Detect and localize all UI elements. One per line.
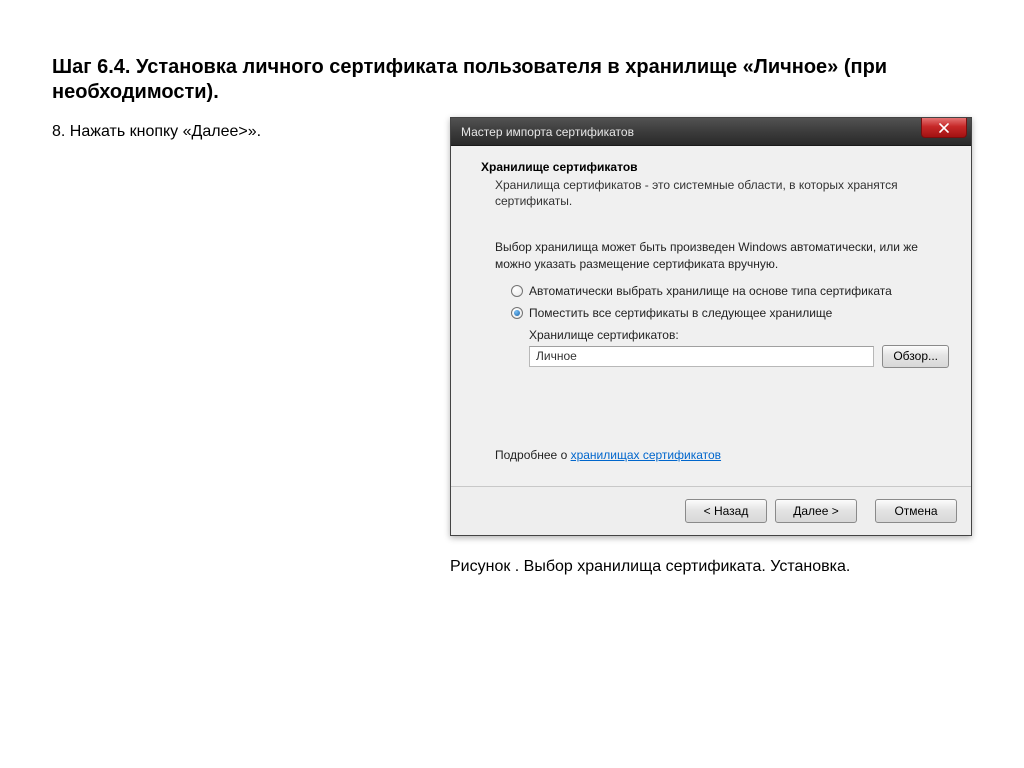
section-description: Хранилища сертификатов - это системные о… bbox=[495, 177, 925, 209]
figure-caption: Рисунок . Выбор хранилища сертификата. У… bbox=[450, 558, 972, 576]
store-label: Хранилище сертификатов: bbox=[529, 328, 949, 342]
back-button[interactable]: < Назад bbox=[685, 499, 767, 523]
page-heading: Шаг 6.4. Установка личного сертификата п… bbox=[52, 55, 972, 105]
learn-more-prefix: Подробнее о bbox=[495, 448, 571, 462]
next-button[interactable]: Далее > bbox=[775, 499, 857, 523]
window-title: Мастер импорта сертификатов bbox=[461, 125, 634, 139]
step-instruction: 8. Нажать кнопку «Далее>». bbox=[52, 117, 432, 141]
titlebar: Мастер импорта сертификатов bbox=[451, 118, 971, 146]
store-input[interactable]: Личное bbox=[529, 346, 874, 367]
radio-manual-label: Поместить все сертификаты в следующее хр… bbox=[529, 306, 832, 320]
radio-manual-row[interactable]: Поместить все сертификаты в следующее хр… bbox=[511, 306, 949, 320]
close-icon bbox=[939, 123, 949, 133]
radio-icon bbox=[511, 307, 523, 319]
wizard-window: Мастер импорта сертификатов Хранилище се… bbox=[450, 117, 972, 536]
section-title: Хранилище сертификатов bbox=[481, 160, 949, 174]
cancel-button[interactable]: Отмена bbox=[875, 499, 957, 523]
close-button[interactable] bbox=[921, 118, 967, 138]
radio-auto-row[interactable]: Автоматически выбрать хранилище на основ… bbox=[511, 284, 949, 298]
radio-icon bbox=[511, 285, 523, 297]
learn-more: Подробнее о хранилищах сертификатов bbox=[495, 448, 949, 462]
browse-button[interactable]: Обзор... bbox=[882, 345, 949, 368]
radio-auto-label: Автоматически выбрать хранилище на основ… bbox=[529, 284, 892, 298]
wizard-footer: < Назад Далее > Отмена bbox=[451, 486, 971, 535]
learn-more-link[interactable]: хранилищах сертификатов bbox=[571, 448, 721, 462]
choice-intro: Выбор хранилища может быть произведен Wi… bbox=[495, 239, 945, 271]
